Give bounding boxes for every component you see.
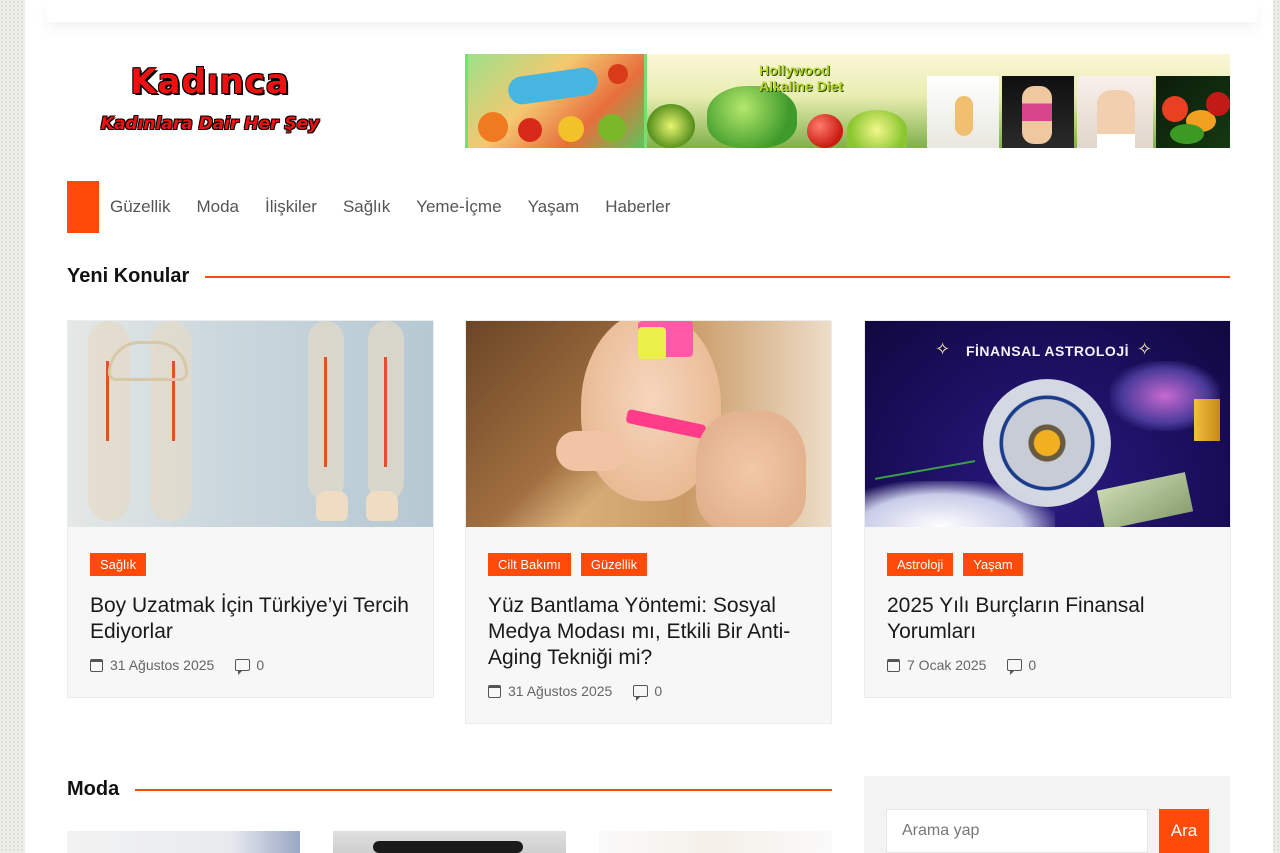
nav-item-moda[interactable]: Moda	[196, 181, 239, 233]
section-divider	[205, 275, 1230, 278]
category-tag[interactable]: Güzellik	[580, 553, 648, 576]
comment-icon	[633, 685, 649, 701]
nav-item-yeme-icme[interactable]: Yeme-İçme	[416, 181, 501, 233]
post-image-astrology[interactable]: ✧ ✧ FİNANSAL ASTROLOJİ	[865, 321, 1230, 527]
sidebar-search-widget: Ara	[864, 776, 1230, 853]
category-tag[interactable]: Yaşam	[963, 553, 1023, 576]
calendar-icon	[887, 658, 900, 672]
post-card: Cilt Bakımı Güzellik Yüz Bantlama Yöntem…	[465, 320, 832, 724]
calendar-icon	[90, 658, 103, 672]
banner-diet-image: Hollywood Alkaline Diet	[647, 54, 1230, 148]
banner-text: Hollywood Alkaline Diet	[759, 62, 844, 94]
calendar-icon	[488, 684, 501, 698]
header-banner[interactable]: Hollywood Alkaline Diet	[465, 54, 1230, 148]
comment-count[interactable]: 0	[256, 657, 264, 673]
nav-item-saglik[interactable]: Sağlık	[343, 181, 390, 233]
comment-count[interactable]: 0	[654, 683, 662, 699]
category-tag[interactable]: Astroloji	[887, 553, 954, 576]
comment-count[interactable]: 0	[1028, 657, 1036, 673]
latest-section-title: Yeni Konular	[67, 265, 190, 287]
post-title[interactable]: Yüz Bantlama Yöntemi: Sosyal Medya Modas…	[488, 593, 809, 671]
moda-section-title: Moda	[67, 778, 120, 800]
post-image-legs[interactable]	[68, 321, 433, 527]
top-bar	[47, 0, 1257, 22]
banner-woman-image	[465, 54, 647, 148]
main-nav: Güzellik Moda İlişkiler Sağlık Yeme-İçme…	[67, 181, 696, 233]
post-card: Sağlık Boy Uzatmak İçin Türkiye’yi Terci…	[67, 320, 434, 698]
post-card: ✧ ✧ FİNANSAL ASTROLOJİ Astroloji Yaşam 2…	[864, 320, 1231, 698]
latest-section-header: Yeni Konular	[67, 265, 1230, 288]
post-title[interactable]: 2025 Yılı Burçların Finansal Yorumları	[887, 593, 1208, 645]
moda-post-image[interactable]	[67, 831, 300, 853]
moda-post-image[interactable]	[599, 831, 832, 853]
category-tag[interactable]: Cilt Bakımı	[488, 553, 571, 576]
nav-item-yasam[interactable]: Yaşam	[528, 181, 580, 233]
nav-item-haberler[interactable]: Haberler	[605, 181, 670, 233]
nav-item-guzellik[interactable]: Güzellik	[110, 181, 170, 233]
comment-icon	[1007, 659, 1023, 675]
section-divider	[135, 788, 832, 791]
site-logo[interactable]: Kadınca Kadınlara Dair Her Şey	[100, 62, 320, 142]
moda-section-header: Moda	[67, 778, 832, 801]
nav-item-iliskiler[interactable]: İlişkiler	[265, 181, 317, 233]
logo-title: Kadınca	[130, 62, 290, 102]
post-date[interactable]: 7 Ocak 2025	[907, 657, 986, 673]
post-image-face-taping[interactable]	[466, 321, 831, 527]
page-container: Kadınca Kadınlara Dair Her Şey Hollywood…	[25, 0, 1273, 853]
post-date[interactable]: 31 Ağustos 2025	[508, 683, 612, 699]
post-date[interactable]: 31 Ağustos 2025	[110, 657, 214, 673]
post-title[interactable]: Boy Uzatmak İçin Türkiye’yi Tercih Ediyo…	[90, 593, 411, 645]
image-caption: FİNANSAL ASTROLOJİ	[965, 343, 1129, 359]
nav-home-block[interactable]	[67, 181, 99, 233]
search-input[interactable]	[886, 809, 1148, 853]
logo-subtitle: Kadınlara Dair Her Şey	[100, 114, 320, 134]
search-button[interactable]: Ara	[1159, 809, 1209, 853]
moda-post-image[interactable]	[333, 831, 566, 853]
category-tag[interactable]: Sağlık	[90, 553, 147, 576]
comment-icon	[235, 659, 251, 675]
